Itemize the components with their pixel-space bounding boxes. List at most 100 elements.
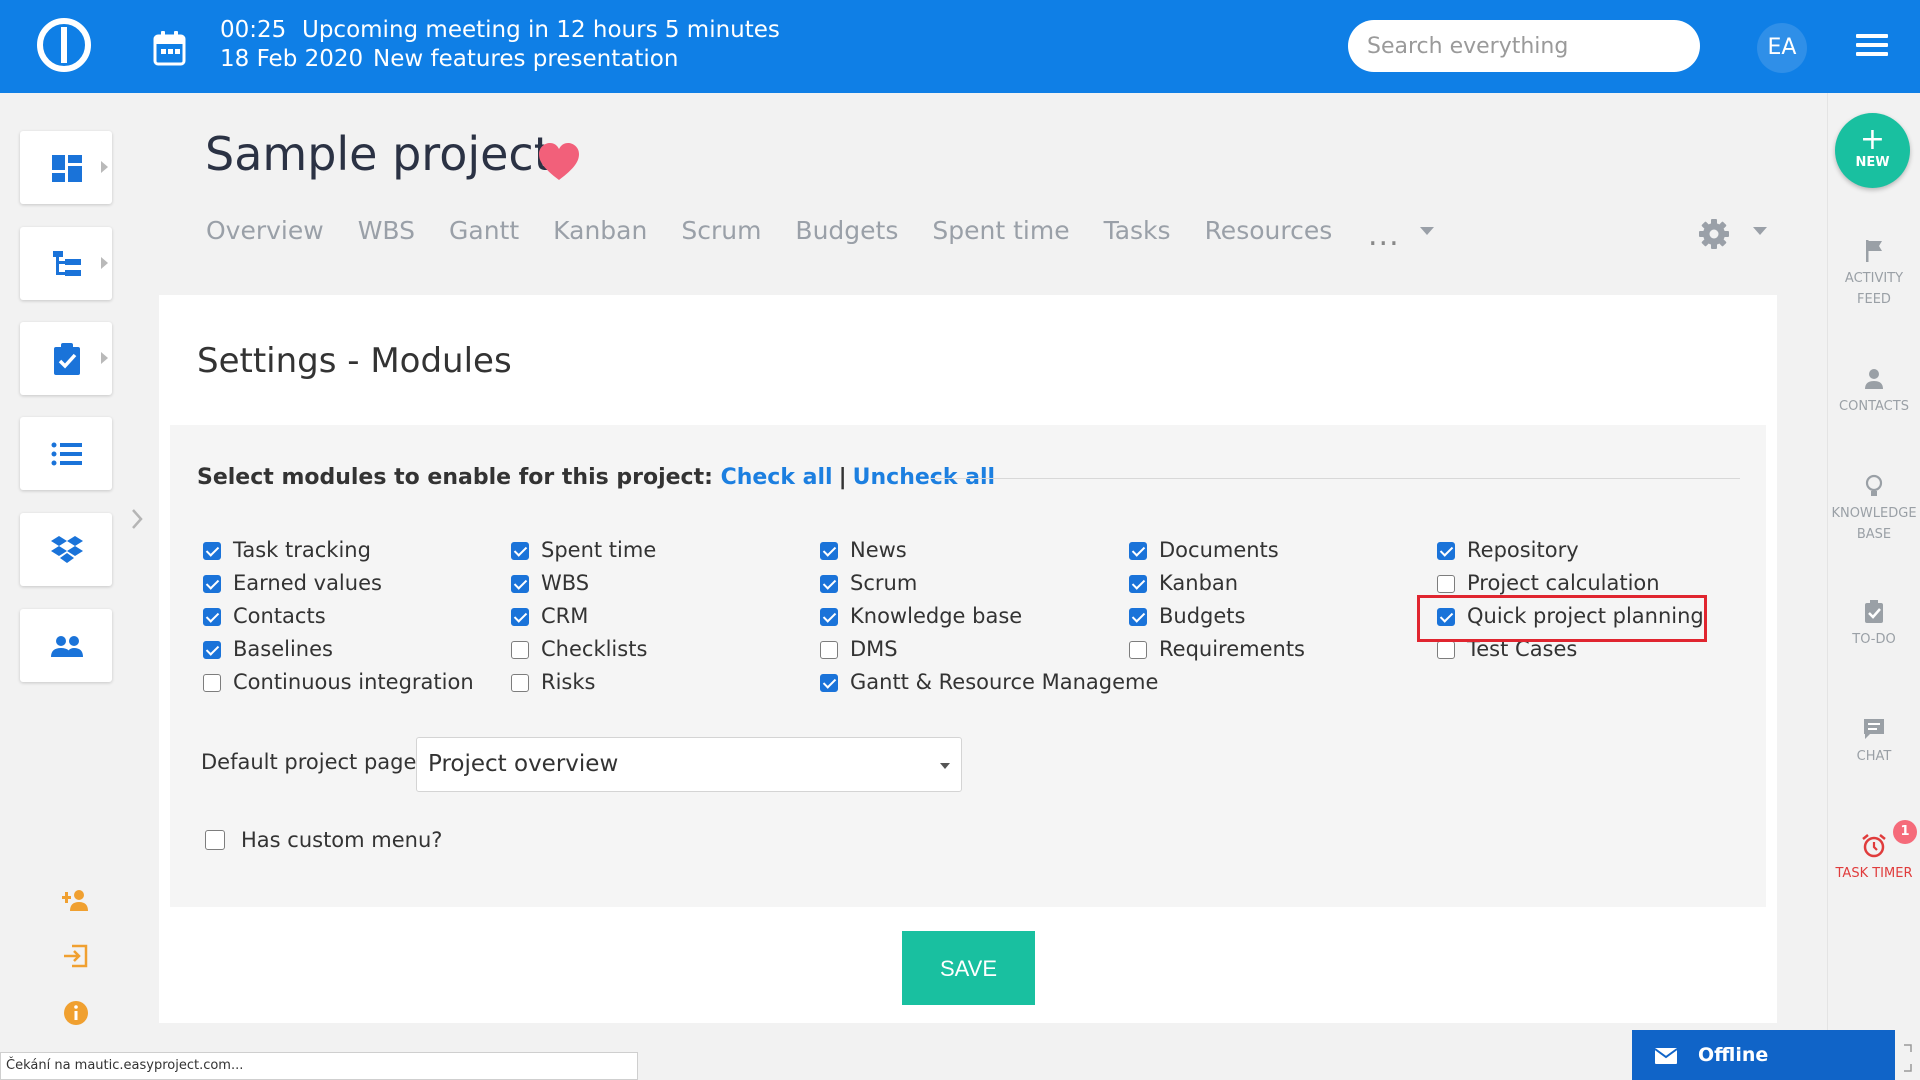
rail-activity-feed[interactable]: ACTIVITY FEED (1828, 237, 1920, 310)
more-tabs-button[interactable]: ... (1368, 221, 1400, 251)
module-scrum[interactable]: Scrum (820, 569, 1158, 602)
module-baselines[interactable]: Baselines (203, 635, 474, 668)
module-checkbox[interactable] (203, 674, 221, 692)
chevron-right-icon (101, 352, 108, 364)
module-checklists[interactable]: Checklists (511, 635, 656, 668)
module-checkbox[interactable] (203, 608, 221, 626)
meeting-line-2[interactable]: 18 Feb 2020 New features presentation (220, 46, 678, 72)
heart-icon[interactable] (537, 142, 581, 182)
module-label: Scrum (850, 571, 918, 595)
module-checkbox[interactable] (820, 542, 838, 560)
module-budgets[interactable]: Budgets (1129, 602, 1305, 635)
module-earned-values[interactable]: Earned values (203, 569, 474, 602)
module-checkbox[interactable] (203, 542, 221, 560)
module-checkbox[interactable] (820, 608, 838, 626)
module-checkbox[interactable] (1437, 641, 1455, 659)
sidebar-tasks-button[interactable] (20, 322, 112, 395)
add-user-icon[interactable] (60, 884, 92, 916)
module-checkbox[interactable] (511, 641, 529, 659)
module-gantt-resource[interactable]: Gantt & Resource Manageme (820, 668, 1158, 701)
hamburger-icon[interactable] (1856, 34, 1888, 60)
modules-column-4: Documents Kanban Budgets Requirements (1129, 536, 1305, 668)
rail-contacts[interactable]: CONTACTS (1828, 365, 1920, 417)
module-risks[interactable]: Risks (511, 668, 656, 701)
tab-spent-time[interactable]: Spent time (932, 216, 1069, 245)
module-checkbox[interactable] (203, 641, 221, 659)
module-checkbox[interactable] (511, 542, 529, 560)
timer-count-badge: 1 (1893, 820, 1917, 844)
module-checkbox[interactable] (820, 674, 838, 692)
rail-chat[interactable]: CHAT (1828, 715, 1920, 767)
module-contacts[interactable]: Contacts (203, 602, 474, 635)
default-page-select[interactable]: Project overview (416, 737, 962, 792)
resize-handle-icon[interactable] (1901, 1043, 1915, 1073)
caret-down-icon[interactable] (1420, 227, 1434, 235)
module-news[interactable]: News (820, 536, 1158, 569)
module-checkbox[interactable] (820, 641, 838, 659)
module-checkbox[interactable] (511, 575, 529, 593)
new-button[interactable]: + NEW (1835, 113, 1910, 188)
chat-widget-offline[interactable]: Offline (1632, 1030, 1895, 1080)
gear-icon[interactable] (1698, 218, 1730, 250)
info-icon[interactable] (60, 997, 92, 1029)
sidebar-projects-button[interactable] (20, 227, 112, 300)
envelope-icon (1654, 1048, 1678, 1064)
module-documents[interactable]: Documents (1129, 536, 1305, 569)
sidebar-expand-chevron-icon[interactable] (126, 506, 148, 532)
default-page-label: Default project page (201, 750, 417, 774)
tab-scrum[interactable]: Scrum (681, 216, 761, 245)
module-requirements[interactable]: Requirements (1129, 635, 1305, 668)
tab-budgets[interactable]: Budgets (795, 216, 898, 245)
rail-knowledge-base-label-1: KNOWLEDGE (1831, 506, 1917, 521)
module-checkbox[interactable] (1129, 575, 1147, 593)
settings-title: Settings - Modules (197, 341, 512, 381)
module-checkbox[interactable] (511, 608, 529, 626)
search-input[interactable] (1348, 20, 1700, 72)
tab-kanban[interactable]: Kanban (553, 216, 647, 245)
module-checkbox[interactable] (203, 575, 221, 593)
module-checkbox[interactable] (1437, 542, 1455, 560)
module-checkbox[interactable] (1129, 542, 1147, 560)
module-checkbox[interactable] (1129, 641, 1147, 659)
user-avatar[interactable]: EA (1757, 23, 1807, 73)
module-label: Continuous integration (233, 670, 474, 694)
tab-resources[interactable]: Resources (1205, 216, 1333, 245)
easy-logo-icon[interactable] (36, 17, 92, 73)
module-kanban[interactable]: Kanban (1129, 569, 1305, 602)
tab-gantt[interactable]: Gantt (449, 216, 519, 245)
sign-in-icon[interactable] (60, 940, 92, 972)
module-crm[interactable]: CRM (511, 602, 656, 635)
sidebar-dropbox-button[interactable] (20, 513, 112, 586)
tab-tasks[interactable]: Tasks (1104, 216, 1171, 245)
module-checkbox[interactable] (511, 674, 529, 692)
rail-todo[interactable]: TO-DO (1828, 598, 1920, 650)
module-spent-time[interactable]: Spent time (511, 536, 656, 569)
highlight-annotation-box (1417, 595, 1707, 642)
sidebar-users-button[interactable] (20, 609, 112, 682)
sidebar-dashboard-button[interactable] (20, 131, 112, 204)
tab-wbs[interactable]: WBS (358, 216, 415, 245)
module-checkbox[interactable] (820, 575, 838, 593)
rail-knowledge-base[interactable]: KNOWLEDGE BASE (1828, 472, 1920, 545)
sidebar-list-button[interactable] (20, 417, 112, 490)
module-checkbox[interactable] (1129, 608, 1147, 626)
module-task-tracking[interactable]: Task tracking (203, 536, 474, 569)
custom-menu-checkbox[interactable] (205, 830, 225, 850)
module-wbs[interactable]: WBS (511, 569, 656, 602)
meeting-line-1[interactable]: 00:25 Upcoming meeting in 12 hours 5 minu… (220, 17, 780, 43)
module-continuous-integration[interactable]: Continuous integration (203, 668, 474, 701)
save-button[interactable]: SAVE (902, 931, 1035, 1005)
check-all-link[interactable]: Check all (721, 465, 833, 490)
caret-down-icon[interactable] (1753, 227, 1767, 235)
module-knowledge-base[interactable]: Knowledge base (820, 602, 1158, 635)
modules-column-1: Task tracking Earned values Contacts Bas… (203, 536, 474, 701)
module-dms[interactable]: DMS (820, 635, 1158, 668)
chat-icon (1864, 719, 1884, 739)
module-checkbox[interactable] (1437, 575, 1455, 593)
tasks-clipboard-icon (54, 343, 80, 375)
calendar-icon[interactable] (153, 30, 186, 66)
module-repository[interactable]: Repository (1437, 536, 1704, 569)
custom-menu-option[interactable]: Has custom menu? (205, 828, 442, 852)
rail-chat-label: CHAT (1856, 749, 1892, 764)
tab-overview[interactable]: Overview (206, 216, 324, 245)
